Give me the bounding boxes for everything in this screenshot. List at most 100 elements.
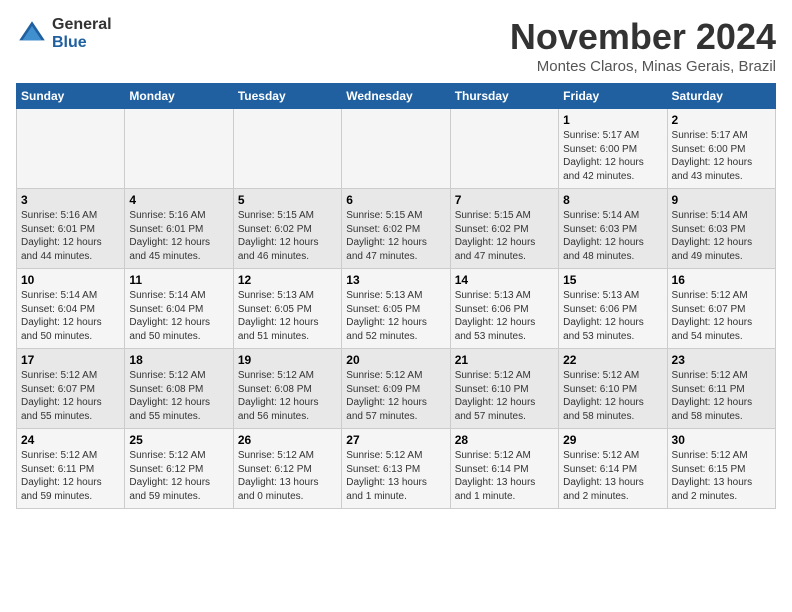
day-info: Sunrise: 5:12 AM Sunset: 6:12 PM Dayligh…: [129, 449, 228, 503]
calendar-cell: 17 Sunrise: 5:12 AM Sunset: 6:07 PM Dayli…: [17, 349, 125, 429]
day-number: 27: [346, 433, 445, 447]
calendar-cell: 24 Sunrise: 5:12 AM Sunset: 6:11 PM Dayli…: [17, 429, 125, 509]
day-number: 14: [455, 273, 554, 287]
day-info: Sunrise: 5:12 AM Sunset: 6:12 PM Dayligh…: [238, 449, 337, 503]
day-info: Sunrise: 5:12 AM Sunset: 6:08 PM Dayligh…: [129, 369, 228, 423]
calendar-body: 1 Sunrise: 5:17 AM Sunset: 6:00 PM Daylig…: [17, 109, 776, 509]
day-number: 12: [238, 273, 337, 287]
calendar-cell: 19Sunrise: 5:12 AM Sunset: 6:08 PM Dayli…: [233, 349, 341, 429]
calendar-cell: 2 Sunrise: 5:17 AM Sunset: 6:00 PM Daylig…: [667, 109, 775, 189]
logo-icon: [16, 18, 48, 50]
day-info: Sunrise: 5:12 AM Sunset: 6:11 PM Dayligh…: [672, 369, 771, 423]
day-number: 30: [672, 433, 771, 447]
calendar-cell: 29Sunrise: 5:12 AM Sunset: 6:14 PM Dayli…: [559, 429, 667, 509]
calendar-cell: 22Sunrise: 5:12 AM Sunset: 6:10 PM Dayli…: [559, 349, 667, 429]
day-number: 20: [346, 353, 445, 367]
calendar-cell: 25 Sunrise: 5:12 AM Sunset: 6:12 PM Dayli…: [125, 429, 233, 509]
day-info: Sunrise: 5:12 AM Sunset: 6:07 PM Dayligh…: [21, 369, 120, 423]
weekday-header-cell: Tuesday: [233, 84, 341, 109]
logo: General Blue: [16, 16, 112, 51]
day-info: Sunrise: 5:12 AM Sunset: 6:10 PM Dayligh…: [563, 369, 662, 423]
day-number: 16: [672, 273, 771, 287]
weekday-header-cell: Monday: [125, 84, 233, 109]
day-info: Sunrise: 5:15 AM Sunset: 6:02 PM Dayligh…: [346, 209, 445, 263]
day-info: Sunrise: 5:12 AM Sunset: 6:13 PM Dayligh…: [346, 449, 445, 503]
day-info: Sunrise: 5:16 AM Sunset: 6:01 PM Dayligh…: [129, 209, 228, 263]
logo-blue-text: Blue: [52, 34, 112, 52]
day-number: 23: [672, 353, 771, 367]
day-info: Sunrise: 5:13 AM Sunset: 6:05 PM Dayligh…: [238, 289, 337, 343]
day-info: Sunrise: 5:12 AM Sunset: 6:07 PM Dayligh…: [672, 289, 771, 343]
day-number: 25: [129, 433, 228, 447]
day-info: Sunrise: 5:12 AM Sunset: 6:11 PM Dayligh…: [21, 449, 120, 503]
day-number: 11: [129, 273, 228, 287]
month-title: November 2024: [510, 16, 776, 58]
weekday-header-cell: Friday: [559, 84, 667, 109]
calendar-cell: 11 Sunrise: 5:14 AM Sunset: 6:04 PM Dayli…: [125, 269, 233, 349]
weekday-header-cell: Thursday: [450, 84, 558, 109]
calendar-cell: 1Sunrise: 5:17 AM Sunset: 6:00 PM Daylig…: [559, 109, 667, 189]
day-number: 5: [238, 193, 337, 207]
day-info: Sunrise: 5:12 AM Sunset: 6:14 PM Dayligh…: [563, 449, 662, 503]
calendar-cell: [125, 109, 233, 189]
day-info: Sunrise: 5:12 AM Sunset: 6:15 PM Dayligh…: [672, 449, 771, 503]
calendar-cell: [342, 109, 450, 189]
day-info: Sunrise: 5:13 AM Sunset: 6:05 PM Dayligh…: [346, 289, 445, 343]
calendar-cell: 20Sunrise: 5:12 AM Sunset: 6:09 PM Dayli…: [342, 349, 450, 429]
day-number: 24: [21, 433, 120, 447]
calendar-cell: 3 Sunrise: 5:16 AM Sunset: 6:01 PM Daylig…: [17, 189, 125, 269]
title-area: November 2024 Montes Claros, Minas Gerai…: [510, 16, 776, 75]
day-info: Sunrise: 5:17 AM Sunset: 6:00 PM Dayligh…: [672, 129, 771, 183]
day-number: 26: [238, 433, 337, 447]
weekday-header-cell: Wednesday: [342, 84, 450, 109]
location: Montes Claros, Minas Gerais, Brazil: [510, 58, 776, 75]
day-number: 18: [129, 353, 228, 367]
calendar-cell: 26 Sunrise: 5:12 AM Sunset: 6:12 PM Dayli…: [233, 429, 341, 509]
calendar-cell: 27 Sunrise: 5:12 AM Sunset: 6:13 PM Dayli…: [342, 429, 450, 509]
calendar-week-row: 24 Sunrise: 5:12 AM Sunset: 6:11 PM Dayli…: [17, 429, 776, 509]
calendar-cell: 23 Sunrise: 5:12 AM Sunset: 6:11 PM Dayli…: [667, 349, 775, 429]
calendar-cell: 28 Sunrise: 5:12 AM Sunset: 6:14 PM Dayli…: [450, 429, 558, 509]
day-number: 6: [346, 193, 445, 207]
calendar-cell: 14 Sunrise: 5:13 AM Sunset: 6:06 PM Dayli…: [450, 269, 558, 349]
calendar-cell: 5Sunrise: 5:15 AM Sunset: 6:02 PM Daylig…: [233, 189, 341, 269]
day-number: 7: [455, 193, 554, 207]
calendar-cell: 12 Sunrise: 5:13 AM Sunset: 6:05 PM Dayli…: [233, 269, 341, 349]
day-number: 15: [563, 273, 662, 287]
calendar-cell: 18 Sunrise: 5:12 AM Sunset: 6:08 PM Dayli…: [125, 349, 233, 429]
header: General Blue November 2024 Montes Claros…: [16, 16, 776, 75]
calendar-cell: [17, 109, 125, 189]
calendar: SundayMondayTuesdayWednesdayThursdayFrid…: [16, 83, 776, 509]
day-info: Sunrise: 5:12 AM Sunset: 6:08 PM Dayligh…: [238, 369, 337, 423]
day-number: 3: [21, 193, 120, 207]
weekday-header-row: SundayMondayTuesdayWednesdayThursdayFrid…: [17, 84, 776, 109]
calendar-cell: 9 Sunrise: 5:14 AM Sunset: 6:03 PM Daylig…: [667, 189, 775, 269]
day-number: 4: [129, 193, 228, 207]
day-number: 1: [563, 113, 662, 127]
calendar-week-row: 3 Sunrise: 5:16 AM Sunset: 6:01 PM Daylig…: [17, 189, 776, 269]
calendar-cell: [233, 109, 341, 189]
day-info: Sunrise: 5:14 AM Sunset: 6:04 PM Dayligh…: [129, 289, 228, 343]
day-number: 21: [455, 353, 554, 367]
day-number: 10: [21, 273, 120, 287]
calendar-cell: 10 Sunrise: 5:14 AM Sunset: 6:04 PM Dayli…: [17, 269, 125, 349]
day-number: 13: [346, 273, 445, 287]
day-info: Sunrise: 5:12 AM Sunset: 6:14 PM Dayligh…: [455, 449, 554, 503]
day-number: 9: [672, 193, 771, 207]
calendar-cell: 15Sunrise: 5:13 AM Sunset: 6:06 PM Dayli…: [559, 269, 667, 349]
day-number: 2: [672, 113, 771, 127]
day-info: Sunrise: 5:14 AM Sunset: 6:04 PM Dayligh…: [21, 289, 120, 343]
day-info: Sunrise: 5:13 AM Sunset: 6:06 PM Dayligh…: [455, 289, 554, 343]
day-info: Sunrise: 5:15 AM Sunset: 6:02 PM Dayligh…: [455, 209, 554, 263]
calendar-cell: 8Sunrise: 5:14 AM Sunset: 6:03 PM Daylig…: [559, 189, 667, 269]
weekday-header-cell: Sunday: [17, 84, 125, 109]
calendar-cell: 4 Sunrise: 5:16 AM Sunset: 6:01 PM Daylig…: [125, 189, 233, 269]
calendar-week-row: 1 Sunrise: 5:17 AM Sunset: 6:00 PM Daylig…: [17, 109, 776, 189]
logo-general-text: General: [52, 16, 112, 34]
day-info: Sunrise: 5:16 AM Sunset: 6:01 PM Dayligh…: [21, 209, 120, 263]
day-info: Sunrise: 5:14 AM Sunset: 6:03 PM Dayligh…: [672, 209, 771, 263]
day-number: 17: [21, 353, 120, 367]
calendar-cell: [450, 109, 558, 189]
day-number: 28: [455, 433, 554, 447]
calendar-cell: 21Sunrise: 5:12 AM Sunset: 6:10 PM Dayli…: [450, 349, 558, 429]
